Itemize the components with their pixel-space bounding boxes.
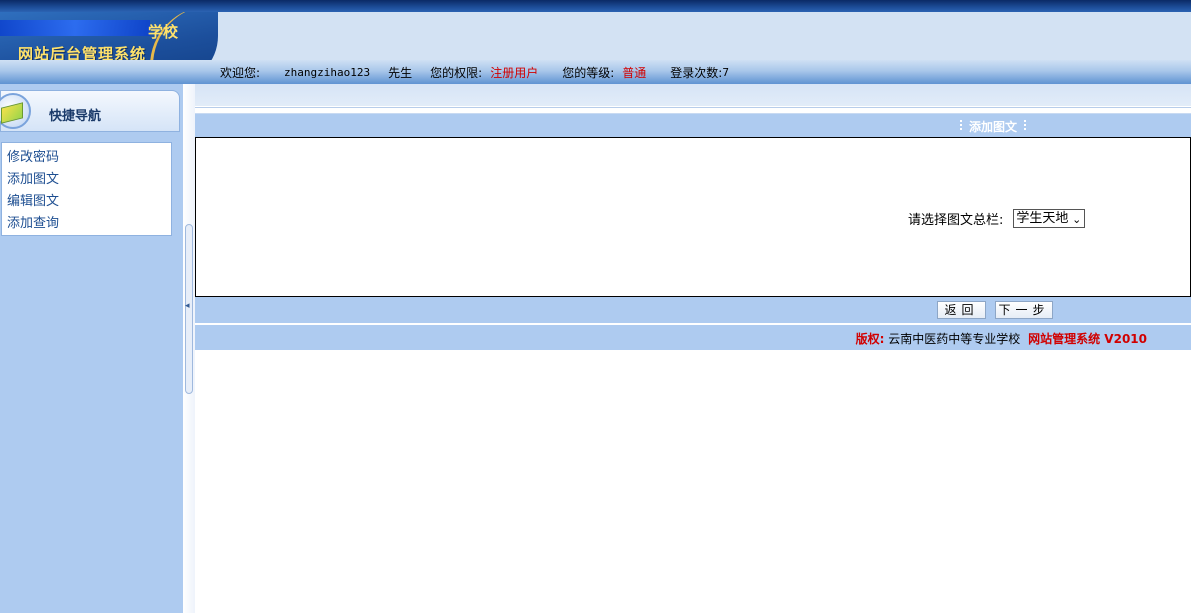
main-content: 添加图文 请选择图文总栏: 学生天地 ⌄ 返回 下一步 版权: 云南中医药中等专… [195,84,1191,613]
login-count: 7 [722,65,729,79]
quick-nav-header: 快捷导航 [0,90,180,132]
panel-splitter[interactable] [183,84,195,613]
honorific: 先生 [388,65,413,80]
form-panel: 请选择图文总栏: 学生天地 ⌄ [195,137,1191,297]
category-select-label: 请选择图文总栏: [908,213,1004,228]
system-name: 网站管理系统 V2010 [1028,332,1147,346]
school-name: 云南中医药中等专业学校 [888,332,1021,346]
footer-bar: 版权: 云南中医药中等专业学校 网站管理系统 V2010 [195,323,1191,350]
back-button[interactable]: 返回 [937,301,986,319]
collapse-handle-icon[interactable] [185,224,193,394]
nav-item-change-password[interactable]: 修改密码 [2,148,171,170]
category-select-row: 请选择图文总栏: 学生天地 ⌄ [908,209,1086,228]
left-panel: 快捷导航 修改密码 添加图文 编辑图文 添加查询 [0,84,183,613]
welcome-bar: 欢迎您: zhangzihao123 先生 您的权限: 注册用户 您的等级: 普… [220,62,729,82]
top-stripe [0,0,1191,12]
nav-item-add-query[interactable]: 添加查询 [2,214,171,236]
band-divider [195,106,1191,108]
button-bar: 返回 下一步 [195,297,1191,323]
cube-icon [0,93,31,129]
chevron-down-icon: ⌄ [1072,213,1082,226]
logo-school-name-blurred [0,20,150,36]
username: zhangzihao123 [284,65,371,79]
quick-nav-list: 修改密码 添加图文 编辑图文 添加查询 [1,142,172,236]
header: 学校 网站后台管理系统 欢迎您: zhangzihao123 先生 您的权限: … [0,12,1191,84]
footer-text: 版权: 云南中医药中等专业学校 网站管理系统 V2010 [856,330,1147,347]
section-title: 添加图文 [968,120,1017,134]
level-label: 您的等级: [562,65,615,80]
greeting-label: 欢迎您: [220,65,261,80]
login-count-label: 登录次数: [670,65,723,80]
dots-right-icon [1024,120,1026,132]
next-step-button[interactable]: 下一步 [995,301,1053,319]
nav-item-edit-article[interactable]: 编辑图文 [2,192,171,214]
top-band [195,84,1191,106]
dots-left-icon [959,120,962,132]
section-title-wrap: 添加图文 [953,118,1033,135]
permission-label: 您的权限: [430,65,483,80]
level-value: 普通 [622,65,647,80]
permission-value: 注册用户 [490,65,539,80]
copyright-label: 版权: [855,332,885,346]
logo-school-suffix: 学校 [148,23,179,41]
nav-item-add-article[interactable]: 添加图文 [2,170,171,192]
section-title-bar: 添加图文 [195,113,1191,137]
category-select-value: 学生天地 [1016,211,1069,226]
quick-nav-title: 快捷导航 [49,109,102,124]
category-select[interactable]: 学生天地 ⌄ [1013,209,1086,228]
